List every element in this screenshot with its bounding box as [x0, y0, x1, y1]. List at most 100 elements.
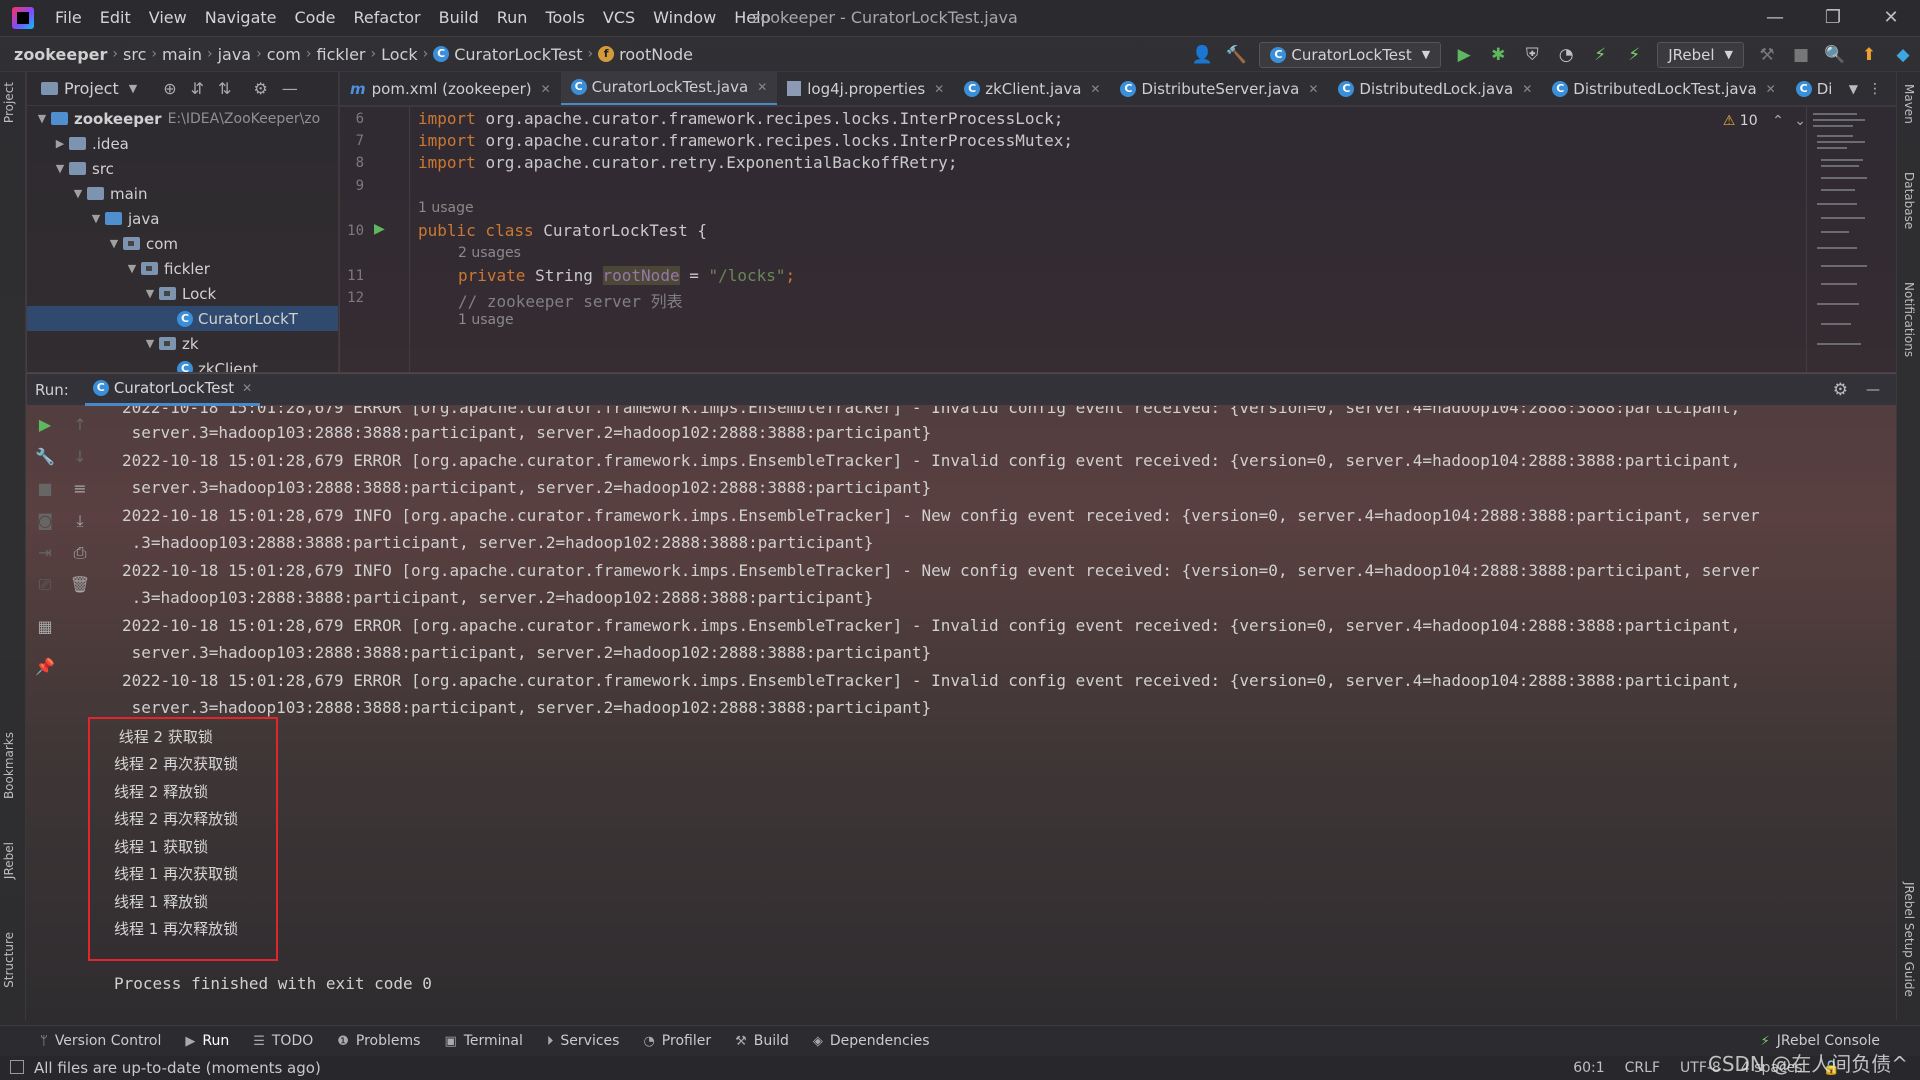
menu-run[interactable]: Run	[488, 0, 537, 36]
caret-position[interactable]: 60:1	[1573, 1060, 1604, 1076]
attach-icon[interactable]: ⚒	[1753, 41, 1781, 69]
maven-tool-tab[interactable]: Maven	[1902, 84, 1916, 124]
more-options-icon[interactable]: ⋮	[1868, 81, 1882, 97]
pin-icon[interactable]: 📌	[34, 656, 56, 678]
window-icon[interactable]	[10, 1060, 24, 1074]
close-icon[interactable]: ✕	[757, 80, 767, 94]
code-minimap[interactable]	[1806, 107, 1872, 372]
plugin-icon[interactable]: ◆	[1889, 41, 1917, 69]
chevron-down-icon[interactable]: ▼	[129, 82, 137, 95]
coverage-icon[interactable]: ⛨	[1518, 41, 1546, 69]
layout-icon[interactable]: ▦	[34, 616, 56, 638]
tool-build[interactable]: ⚒ Build	[735, 1033, 789, 1049]
code-editor[interactable]: 6 7 8 9 10 ▶ 11 12 import org.apache.cur…	[340, 107, 1896, 372]
tree-item-src[interactable]: ▼ src	[27, 156, 338, 181]
close-icon[interactable]: ✕	[1522, 82, 1532, 96]
expand-all-icon[interactable]: ⇵	[191, 79, 204, 98]
usage-hint[interactable]: 2 usages	[458, 245, 521, 261]
tree-item-java[interactable]: ▼ java	[27, 206, 338, 231]
exit-icon[interactable]: ⇥	[34, 542, 56, 564]
menu-refactor[interactable]: Refactor	[344, 0, 429, 36]
tree-item-com[interactable]: ▼ com	[27, 231, 338, 256]
build-hammer-icon[interactable]: 🔨	[1222, 41, 1250, 69]
close-icon[interactable]: ✕	[1308, 82, 1318, 96]
breadcrumb-field[interactable]: f rootNode	[593, 45, 698, 64]
close-icon[interactable]: ✕	[541, 82, 551, 96]
console-output[interactable]: 2022-10-18 15:01:28,679 ERROR [org.apach…	[98, 406, 1880, 1024]
rerun-icon[interactable]: ▶	[34, 414, 56, 436]
menu-vcs[interactable]: VCS	[594, 0, 644, 36]
close-icon[interactable]: ✕	[934, 82, 944, 96]
menu-build[interactable]: Build	[430, 0, 488, 36]
hide-icon[interactable]: —	[1866, 382, 1880, 398]
menu-file[interactable]: File	[46, 0, 91, 36]
breadcrumb-lock[interactable]: Lock	[376, 45, 422, 64]
tree-item-zkclient[interactable]: CzkClient	[27, 356, 338, 372]
tool-services[interactable]: ⏵ Services	[547, 1033, 620, 1049]
project-tool-tab[interactable]: Project	[2, 82, 16, 123]
profile-icon[interactable]: ◔	[1552, 41, 1580, 69]
menu-edit[interactable]: Edit	[91, 0, 140, 36]
breadcrumb-fickler[interactable]: fickler	[312, 45, 371, 64]
menu-navigate[interactable]: Navigate	[196, 0, 286, 36]
arrow-down-icon[interactable]: ↓	[69, 446, 91, 468]
close-icon[interactable]: ✕	[242, 381, 252, 395]
jrebel-select[interactable]: JRebel ▼	[1657, 41, 1744, 68]
breadcrumb-com[interactable]: com	[262, 45, 306, 64]
usage-hint[interactable]: 1 usage	[458, 312, 514, 328]
menu-window[interactable]: Window	[644, 0, 725, 36]
tab-distributedlock[interactable]: C DistributedLock.java ✕	[1328, 72, 1542, 105]
menu-view[interactable]: View	[140, 0, 196, 36]
status-message[interactable]: All files are up-to-date (moments ago)	[34, 1059, 321, 1077]
tree-item-zk[interactable]: ▼ zk	[27, 331, 338, 356]
run-tab-curatorlocktest[interactable]: C CuratorLockTest ✕	[84, 374, 261, 406]
chevron-down-icon[interactable]: ▼	[1849, 82, 1858, 96]
usage-hint[interactable]: 1 usage	[418, 200, 474, 216]
breadcrumb-src[interactable]: src	[118, 45, 151, 64]
print-icon[interactable]: ⎙	[69, 542, 91, 564]
tree-item-lock[interactable]: ▼ Lock	[27, 281, 338, 306]
search-icon[interactable]: 🔍	[1821, 41, 1849, 69]
tab-di[interactable]: C Di	[1786, 72, 1843, 105]
debug-icon[interactable]: ✱	[1484, 41, 1512, 69]
hide-icon[interactable]: —	[282, 79, 298, 98]
breadcrumb-project[interactable]: zookeeper	[0, 45, 112, 64]
line-separator[interactable]: CRLF	[1625, 1060, 1660, 1076]
menu-tools[interactable]: Tools	[536, 0, 593, 36]
gear-icon[interactable]: ⚙	[253, 79, 267, 98]
restore-icon[interactable]: ❐	[1804, 0, 1862, 36]
tool-jrebel-console[interactable]: ⚡ JRebel Console	[1761, 1033, 1880, 1049]
tab-curatorlocktest[interactable]: C CuratorLockTest.java ✕	[560, 72, 778, 105]
locate-icon[interactable]: ⊕	[163, 79, 176, 98]
tree-item-fickler[interactable]: ▼ fickler	[27, 256, 338, 281]
tool-todo[interactable]: ☰ TODO	[253, 1033, 313, 1049]
tool-run[interactable]: ▶ Run	[185, 1033, 229, 1049]
jrebel-run-icon[interactable]: ⚡	[1586, 41, 1614, 69]
chevron-down-icon[interactable]: ⌄	[1794, 113, 1806, 129]
jrebel-debug-icon[interactable]: ⚡	[1620, 41, 1648, 69]
structure-tool-tab[interactable]: Structure	[2, 932, 16, 988]
scroll-to-end-icon[interactable]: ⤓	[69, 510, 91, 532]
chevron-up-icon[interactable]: ⌃	[1772, 113, 1784, 129]
tab-distributedlocktest[interactable]: C DistributedLockTest.java ✕	[1542, 72, 1785, 105]
user-icon[interactable]: 👤	[1188, 41, 1216, 69]
stop-icon[interactable]: ■	[34, 478, 56, 500]
menu-code[interactable]: Code	[286, 0, 345, 36]
minimize-icon[interactable]: —	[1746, 0, 1804, 36]
trash-icon[interactable]: 🗑	[69, 574, 91, 596]
close-icon[interactable]: ✕	[1766, 82, 1776, 96]
tab-zkclient[interactable]: CzkClient.java ✕	[954, 72, 1110, 105]
breadcrumb-java[interactable]: java	[213, 45, 257, 64]
tool-profiler[interactable]: ◔ Profiler	[643, 1033, 711, 1049]
tool-problems[interactable]: ❶ Problems	[337, 1033, 420, 1049]
close-icon[interactable]: ✕	[1090, 82, 1100, 96]
database-tool-tab[interactable]: Database	[1902, 172, 1916, 229]
project-panel-title[interactable]: Project	[64, 79, 119, 98]
tree-item-zookeeper[interactable]: ▼ zookeeper E:\IDEA\ZooKeeper\zo	[27, 106, 338, 131]
tool-dependencies[interactable]: ◈ Dependencies	[813, 1033, 930, 1049]
run-configuration-select[interactable]: C CuratorLockTest ▼	[1259, 41, 1442, 68]
soft-wrap-icon[interactable]: ≡	[69, 478, 91, 500]
notifications-tool-tab[interactable]: Notifications	[1902, 282, 1916, 357]
tree-item-curatorlocktest[interactable]: C CuratorLockT	[27, 306, 338, 331]
update-icon[interactable]: ⬆	[1855, 41, 1883, 69]
